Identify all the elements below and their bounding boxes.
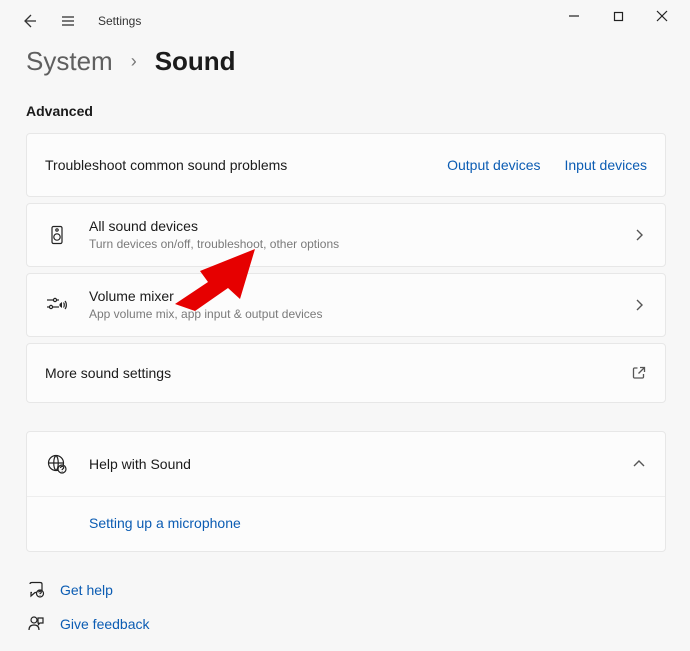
card-all-sound-devices[interactable]: All sound devices Turn devices on/off, t… bbox=[26, 203, 666, 267]
maximize-icon bbox=[613, 11, 624, 22]
content-area[interactable]: System › Sound Advanced Troubleshoot com… bbox=[0, 42, 676, 651]
card-troubleshoot: Troubleshoot common sound problems Outpu… bbox=[26, 133, 666, 197]
breadcrumb-current: Sound bbox=[155, 46, 236, 77]
card-volume-mixer-texts: Volume mixer App volume mix, app input &… bbox=[89, 287, 631, 323]
breadcrumb-separator: › bbox=[131, 51, 137, 72]
back-button[interactable] bbox=[14, 5, 46, 37]
back-arrow-icon bbox=[22, 13, 38, 29]
card-more-sound-settings-title: More sound settings bbox=[45, 364, 631, 382]
hamburger-icon bbox=[60, 13, 76, 29]
get-help-icon bbox=[26, 580, 46, 600]
card-all-sound-devices-trail bbox=[631, 227, 647, 243]
card-troubleshoot-actions: Output devices Input devices bbox=[447, 157, 647, 173]
card-volume-mixer-trail bbox=[631, 297, 647, 313]
link-input-devices[interactable]: Input devices bbox=[565, 157, 648, 173]
window-title: Settings bbox=[98, 14, 141, 28]
card-all-sound-devices-subtitle: Turn devices on/off, troubleshoot, other… bbox=[89, 236, 631, 253]
help-header[interactable]: Help with Sound bbox=[27, 432, 665, 496]
help-title: Help with Sound bbox=[89, 456, 631, 472]
section-heading-advanced: Advanced bbox=[26, 103, 666, 119]
footer-give-feedback[interactable]: Give feedback bbox=[26, 614, 666, 634]
link-output-devices[interactable]: Output devices bbox=[447, 157, 540, 173]
close-icon bbox=[656, 10, 668, 22]
chevron-right-icon bbox=[631, 297, 647, 313]
close-button[interactable] bbox=[640, 0, 684, 32]
card-all-sound-devices-texts: All sound devices Turn devices on/off, t… bbox=[89, 217, 631, 253]
title-bar: Settings bbox=[0, 0, 690, 42]
card-volume-mixer[interactable]: Volume mixer App volume mix, app input &… bbox=[26, 273, 666, 337]
menu-button[interactable] bbox=[52, 5, 84, 37]
advanced-card-list: Troubleshoot common sound problems Outpu… bbox=[26, 133, 666, 403]
maximize-button[interactable] bbox=[596, 0, 640, 32]
help-block: Help with Sound Setting up a microphone bbox=[26, 431, 666, 552]
footer-give-feedback-label: Give feedback bbox=[60, 616, 150, 632]
card-troubleshoot-title: Troubleshoot common sound problems bbox=[45, 156, 447, 174]
globe-help-icon bbox=[45, 452, 69, 476]
chevron-right-icon bbox=[631, 227, 647, 243]
footer-get-help-label: Get help bbox=[60, 582, 113, 598]
card-volume-mixer-subtitle: App volume mix, app input & output devic… bbox=[89, 306, 631, 323]
help-link-setup-microphone[interactable]: Setting up a microphone bbox=[89, 515, 241, 531]
card-more-sound-settings-texts: More sound settings bbox=[45, 364, 631, 382]
card-troubleshoot-texts: Troubleshoot common sound problems bbox=[45, 156, 447, 174]
footer-links: Get help Give feedback bbox=[26, 580, 666, 634]
title-bar-left: Settings bbox=[14, 5, 141, 37]
open-external-icon bbox=[631, 365, 647, 381]
breadcrumb-parent[interactable]: System bbox=[26, 46, 113, 77]
card-volume-mixer-title: Volume mixer bbox=[89, 287, 631, 305]
footer-get-help[interactable]: Get help bbox=[26, 580, 666, 600]
chevron-up-icon bbox=[631, 456, 647, 472]
card-all-sound-devices-title: All sound devices bbox=[89, 217, 631, 235]
speaker-device-icon bbox=[45, 223, 69, 247]
minimize-icon bbox=[568, 10, 580, 22]
card-more-sound-settings[interactable]: More sound settings bbox=[26, 343, 666, 403]
feedback-icon bbox=[26, 614, 46, 634]
card-more-sound-settings-trail bbox=[631, 365, 647, 381]
minimize-button[interactable] bbox=[552, 0, 596, 32]
help-body: Setting up a microphone bbox=[27, 496, 665, 551]
breadcrumb: System › Sound bbox=[26, 46, 666, 77]
mixer-icon bbox=[45, 293, 69, 317]
window-controls bbox=[552, 0, 684, 32]
